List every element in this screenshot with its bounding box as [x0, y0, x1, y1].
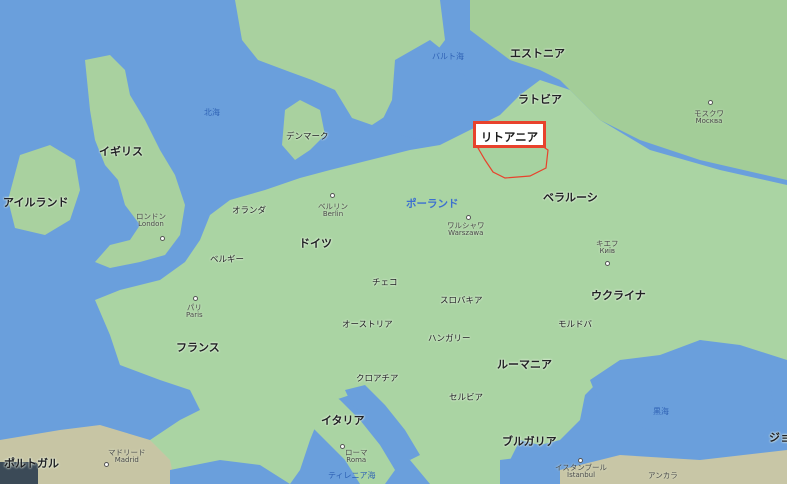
city-label-en: İstanbul — [567, 470, 596, 479]
city-marker-madrid[interactable] — [104, 462, 109, 467]
sea-label-black: 黒海 — [653, 407, 669, 416]
country-label-serbia: セルビア — [449, 393, 484, 403]
city-label-ja: アンカラ — [648, 471, 678, 480]
city-marker-istanbul[interactable] — [578, 458, 583, 463]
country-label-portugal: ポルトガル — [4, 457, 59, 470]
city-marker-paris[interactable] — [193, 296, 198, 301]
city-label-en: London — [138, 219, 164, 228]
country-label-lithuania: リトアニア — [480, 130, 539, 144]
country-label-latvia: ラトビア — [518, 93, 562, 106]
city-label-en: Paris — [186, 310, 203, 319]
country-label-bulgaria: ブルガリア — [502, 435, 557, 448]
highlighted-country-box[interactable]: リトアニア — [473, 121, 546, 148]
map-view[interactable]: バルト海 北海 黒海 ティレニア海 エストニア ラトビア イギリス アイルランド… — [0, 0, 787, 484]
city-marker-london[interactable] — [160, 236, 165, 241]
city-marker-moscow[interactable] — [708, 100, 713, 105]
country-label-belarus: ベラルーシ — [543, 191, 598, 204]
country-label-uk: イギリス — [99, 145, 143, 158]
city-label-en: Roma — [346, 455, 367, 464]
country-label-netherlands: オランダ — [232, 206, 267, 216]
sea-label-tyrrhenian: ティレニア海 — [328, 471, 376, 480]
country-label-georgia-partial: ジョ — [769, 431, 787, 444]
city-marker-berlin[interactable] — [330, 193, 335, 198]
country-label-denmark: デンマーク — [286, 132, 329, 142]
sea-label-baltic: バルト海 — [432, 52, 464, 61]
city-madrid[interactable]: マドリード Madrid — [108, 449, 146, 464]
city-marker-kyiv[interactable] — [605, 261, 610, 266]
country-label-france: フランス — [176, 341, 220, 354]
country-label-ukraine: ウクライナ — [591, 289, 646, 302]
city-kyiv[interactable]: キエフ Київ — [596, 240, 619, 255]
country-label-hungary: ハンガリー — [428, 334, 471, 344]
city-marker-warsaw[interactable] — [466, 215, 471, 220]
country-label-belgium: ベルギー — [210, 255, 245, 265]
country-label-ireland: アイルランド — [3, 196, 69, 209]
country-label-czech: チェコ — [372, 278, 398, 288]
country-label-italy: イタリア — [321, 414, 365, 427]
city-label-en: Warszawa — [448, 228, 484, 237]
city-label-en: Berlin — [322, 209, 344, 218]
city-label-en: Madrid — [114, 455, 139, 464]
country-label-moldova: モルドバ — [558, 320, 593, 330]
country-label-slovakia: スロバキア — [440, 296, 483, 306]
city-paris[interactable]: パリ Paris — [186, 304, 203, 319]
country-label-romania: ルーマニア — [497, 358, 552, 371]
city-label-en: Москва — [695, 116, 723, 125]
city-moscow[interactable]: モスクワ Москва — [694, 110, 724, 125]
country-label-germany: ドイツ — [299, 237, 332, 250]
country-label-austria: オーストリア — [342, 320, 393, 330]
city-warsaw[interactable]: ワルシャワ Warszawa — [447, 222, 485, 237]
city-label-en: Київ — [599, 246, 616, 255]
city-rome[interactable]: ローマ Roma — [345, 449, 368, 464]
city-marker-rome[interactable] — [340, 444, 345, 449]
city-berlin[interactable]: ベルリン Berlin — [318, 203, 348, 218]
city-london[interactable]: ロンドン London — [136, 213, 166, 228]
city-ankara[interactable]: アンカラ — [648, 472, 678, 480]
city-istanbul[interactable]: イスタンブール İstanbul — [555, 464, 607, 479]
country-label-croatia: クロアチア — [356, 374, 399, 384]
country-label-poland: ポーランド — [406, 198, 459, 210]
sea-label-north: 北海 — [204, 108, 220, 117]
country-label-estonia: エストニア — [510, 47, 565, 60]
